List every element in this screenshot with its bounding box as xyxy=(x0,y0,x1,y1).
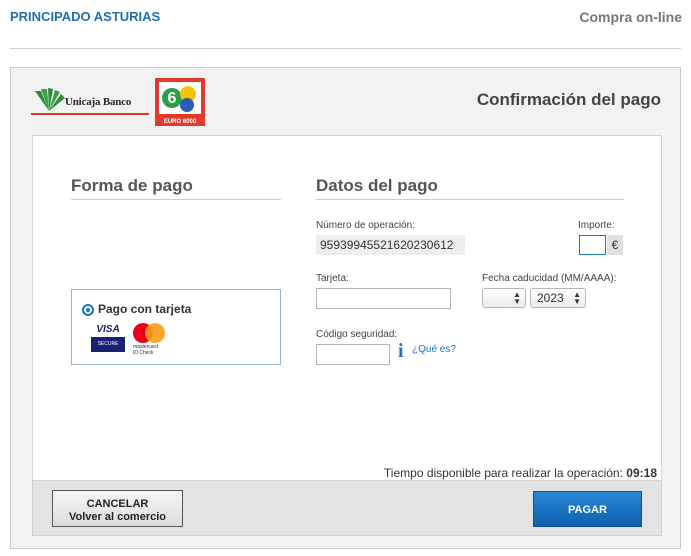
euro6000-logo: 6 EURO 6000 xyxy=(155,78,205,126)
time-remaining: Tiempo disponible para realizar la opera… xyxy=(384,466,657,480)
payment-data-title: Datos del pago xyxy=(316,176,438,195)
security-code-input[interactable] xyxy=(316,344,390,365)
time-remaining-value: 09:18 xyxy=(626,466,657,480)
amount-label: Importe: xyxy=(578,220,615,231)
select-arrows-icon: ▲ ▼ xyxy=(573,290,581,306)
currency-symbol: € xyxy=(607,235,623,255)
payment-panel: Unicaja Banco 6 EURO 6000 Confirmación d… xyxy=(10,67,681,549)
network-name: EURO 6000 xyxy=(164,119,197,125)
svg-text:6: 6 xyxy=(168,90,177,107)
amount-field[interactable] xyxy=(579,235,606,255)
visa-secure-icon: VISA SECURE xyxy=(91,324,125,352)
payment-method-title: Forma de pago xyxy=(71,176,193,195)
pay-button[interactable]: PAGAR xyxy=(533,491,642,527)
mastercard-id-check-icon: mastercard ID Check xyxy=(133,323,169,356)
operation-number-label: Número de operación: xyxy=(316,220,415,231)
payment-data-rule xyxy=(316,199,624,200)
merchant-name: PRINCIPADO ASTURIAS xyxy=(10,9,161,24)
header-divider xyxy=(10,48,681,49)
what-is-link[interactable]: ¿Qué es? xyxy=(412,344,456,355)
expiry-month-select[interactable]: ▲ ▼ xyxy=(482,288,526,308)
card-radio[interactable] xyxy=(82,304,94,316)
cancel-button[interactable]: CANCELAR Volver al comercio xyxy=(52,490,183,527)
unicaja-logo: Unicaja Banco xyxy=(31,87,151,117)
expiry-year-select[interactable]: 2023 ▲ ▼ xyxy=(530,288,586,308)
select-arrows-icon: ▲ ▼ xyxy=(513,290,521,306)
unicaja-leaf-icon xyxy=(35,88,65,111)
payment-method-option[interactable]: Pago con tarjeta VISA SECURE mastercard … xyxy=(71,289,281,365)
card-option-label: Pago con tarjeta xyxy=(98,302,192,316)
bank-underline xyxy=(31,113,149,115)
security-code-label: Código seguridad: xyxy=(316,329,398,340)
payment-method-rule xyxy=(71,199,281,200)
info-icon[interactable]: i xyxy=(398,341,408,361)
operation-number: 95939945521620230612 xyxy=(316,235,465,255)
content-area: Forma de pago Pago con tarjeta VISA SECU… xyxy=(32,135,662,481)
card-label: Tarjeta: xyxy=(316,273,349,284)
action-bar: CANCELAR Volver al comercio PAGAR xyxy=(32,481,662,536)
bank-name: Unicaja Banco xyxy=(65,96,132,108)
expiry-label: Fecha caducidad (MM/AAAA): xyxy=(482,273,617,284)
page-title: Confirmación del pago xyxy=(476,90,661,109)
card-number-input[interactable] xyxy=(316,288,451,309)
channel-label: Compra on-line xyxy=(579,9,682,25)
time-remaining-label: Tiempo disponible para realizar la opera… xyxy=(383,466,623,480)
